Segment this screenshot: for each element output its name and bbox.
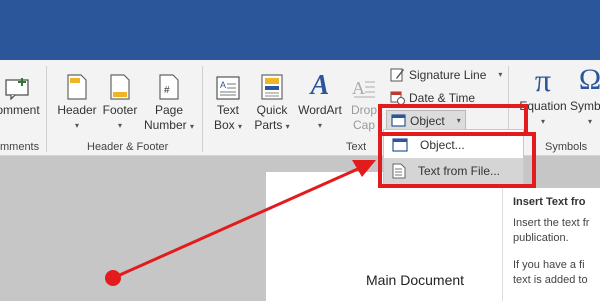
- chevron-down-icon: ▾: [587, 117, 592, 126]
- quick-parts-button[interactable]: Quick Parts ▾: [251, 70, 293, 134]
- date-time-label: Date & Time: [409, 90, 476, 105]
- drop-cap-label-1: Drop: [350, 103, 377, 117]
- drop-cap-button[interactable]: A Drop Cap: [346, 70, 382, 133]
- footer-label: Footer: [102, 103, 138, 117]
- calendar-clock-icon: [390, 91, 405, 105]
- quick-parts-icon: [261, 70, 283, 100]
- text-box-label-1: Text: [216, 103, 239, 117]
- symbols-group-label: Symbols: [545, 141, 588, 153]
- tooltip-title: Insert Text fro: [513, 196, 586, 208]
- drop-cap-label-2: Cap: [352, 118, 375, 132]
- text-group-label: Text: [346, 141, 367, 153]
- chevron-down-icon: ▾: [117, 121, 122, 130]
- header-footer-group-label: Header & Footer: [87, 141, 169, 153]
- quick-parts-label-2: Parts ▾: [254, 118, 289, 134]
- separator: [202, 66, 203, 152]
- comments-group-label: mments: [0, 141, 40, 153]
- chevron-down-icon: ▾: [540, 117, 545, 126]
- header-label: Header: [57, 103, 97, 117]
- pi-icon: π: [534, 62, 552, 98]
- wordart-icon: A: [310, 70, 330, 101]
- date-time-button[interactable]: Date & Time: [390, 90, 475, 105]
- omega-icon: Ω: [578, 63, 600, 96]
- drop-cap-icon: A: [352, 70, 376, 100]
- chevron-down-icon: ▾: [498, 70, 503, 79]
- page-number-button[interactable]: # Page Number ▾: [142, 70, 196, 134]
- chevron-down-icon: ▾: [238, 122, 243, 131]
- symbol-button[interactable]: Ω Symbol ▾: [566, 63, 600, 129]
- page-number-label-1: Page: [154, 103, 184, 117]
- tooltip-body-2: If you have a fi text is added to: [513, 259, 588, 286]
- chevron-down-icon: ▾: [285, 122, 290, 131]
- text-box-icon: A: [216, 70, 240, 100]
- main-document-heading: Main Document: [366, 272, 465, 288]
- quick-parts-label-1: Quick: [256, 103, 288, 117]
- svg-text:A: A: [352, 78, 365, 98]
- comment-label: omment: [0, 103, 40, 117]
- header-button[interactable]: Header ▾: [53, 70, 101, 133]
- svg-text:#: #: [164, 85, 170, 96]
- text-box-label-2-text: Box: [213, 118, 235, 132]
- text-box-label-2: Box ▾: [214, 118, 242, 134]
- chevron-down-icon: ▾: [74, 121, 79, 130]
- comment-button[interactable]: omment: [0, 70, 44, 118]
- wordart-label: WordArt: [298, 103, 342, 117]
- insert-text-tooltip: Insert Text fro Insert the text fr publi…: [502, 188, 600, 301]
- separator: [46, 66, 47, 152]
- svg-text:A: A: [220, 80, 226, 90]
- chevron-down-icon: ▾: [317, 121, 322, 130]
- signature-line-label: Signature Line: [409, 67, 487, 82]
- page-number-label-2: Number ▾: [144, 118, 194, 134]
- quick-parts-label-2-text: Parts: [254, 118, 283, 132]
- tooltip-body: Insert the text fr publication.: [513, 217, 590, 244]
- wordart-button[interactable]: A WordArt ▾: [294, 70, 346, 133]
- signature-pen-icon: [390, 68, 404, 82]
- footer-icon: [110, 70, 130, 100]
- footer-button[interactable]: Footer ▾: [98, 70, 142, 133]
- title-bar: [0, 0, 600, 60]
- header-icon: [67, 70, 87, 100]
- chevron-down-icon: ▾: [190, 122, 195, 131]
- page-number-icon: #: [159, 70, 179, 100]
- symbol-label: Symbol: [569, 99, 600, 113]
- omega-glyph: Ω: [578, 63, 600, 96]
- document-page[interactable]: Main Document: [266, 172, 506, 301]
- signature-line-button[interactable]: Signature Line ▾: [390, 67, 502, 82]
- page-number-label-2-text: Number: [143, 118, 187, 132]
- text-box-button[interactable]: A Text Box ▾: [208, 70, 248, 134]
- highlight-object-menu: [378, 132, 536, 188]
- comment-icon: [5, 70, 31, 100]
- pi-glyph: π: [534, 62, 552, 98]
